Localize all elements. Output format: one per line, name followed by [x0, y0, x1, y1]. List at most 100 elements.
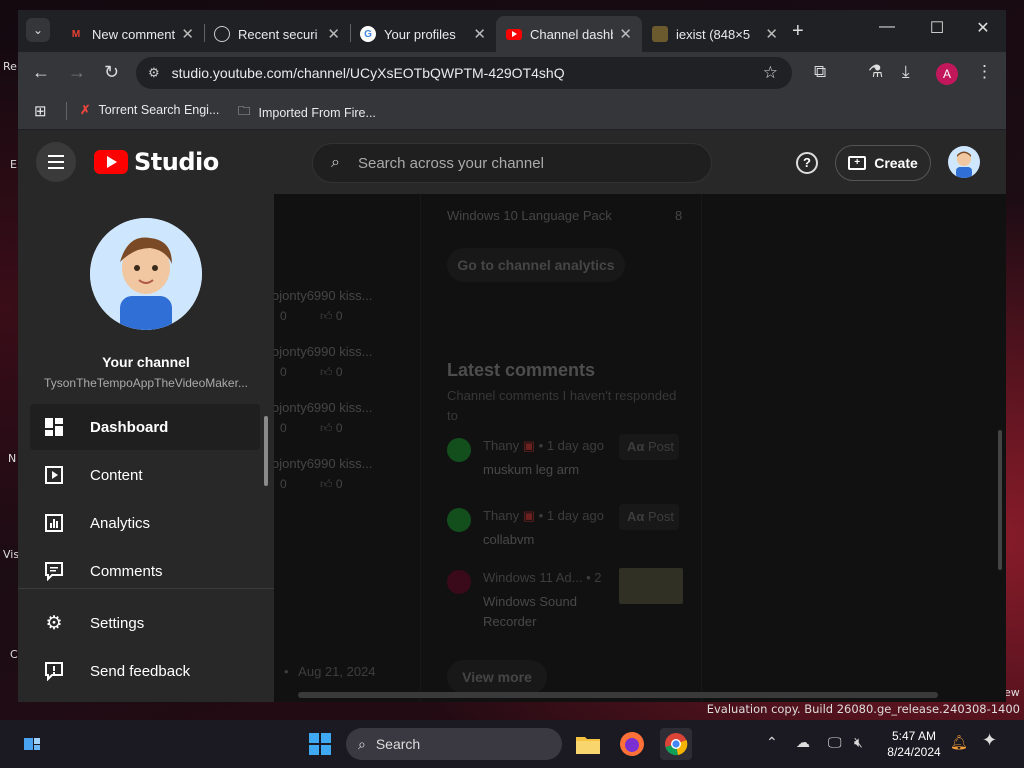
bookmark-star-icon[interactable]: ☆	[763, 63, 778, 83]
system-clock[interactable]: 5:47 AM 8/24/2024	[884, 728, 944, 760]
tab-gmail[interactable]: M New comment ✕	[58, 16, 204, 52]
text-format-icon: Aα	[627, 439, 645, 454]
page-horizontal-scrollbar[interactable]	[298, 692, 938, 698]
comment-text: muskum leg arm	[483, 462, 580, 477]
volume-icon[interactable]: 🔇︎	[854, 734, 863, 751]
dashboard-icon	[44, 417, 64, 437]
text-format-icon: Aα	[627, 509, 645, 524]
network-icon[interactable]: 🖵	[828, 734, 842, 751]
comment-time: 2	[594, 570, 602, 585]
forward-icon[interactable]: →	[68, 62, 86, 83]
more-menu-icon[interactable]: ⋮	[976, 62, 993, 82]
create-button[interactable]: + Create	[835, 145, 931, 181]
comments-icon	[44, 561, 64, 581]
commenter-avatar[interactable]	[447, 438, 471, 462]
apps-grid-icon[interactable]: ⊞	[34, 102, 47, 120]
desktop-icon-label[interactable]: Re	[3, 60, 17, 73]
tab-search-button[interactable]: ⌄	[26, 18, 50, 42]
tab-channel-dashboard[interactable]: Channel dashb ✕	[496, 16, 642, 52]
onedrive-icon[interactable]: ☁	[796, 734, 810, 751]
bookmark-folder-imported[interactable]: 🗀 Imported From Fire...	[238, 102, 376, 123]
tab-security[interactable]: Recent securi ✕	[204, 16, 350, 52]
commenter-avatar[interactable]	[447, 508, 471, 532]
extensions-icon[interactable]: ⧉	[814, 62, 826, 82]
channel-name: TysonTheTempoAppTheVideoMaker...	[44, 376, 248, 390]
copilot-icon[interactable]: ✦	[982, 730, 997, 751]
bookmark-torrent[interactable]: ✗ Torrent Search Engi...	[80, 102, 219, 118]
page-scrollbar[interactable]	[998, 430, 1002, 570]
thumbs-up-icon: 👍︎	[320, 309, 333, 323]
desktop-icon-label[interactable]: N	[8, 452, 16, 465]
labs-icon[interactable]: ⚗	[868, 62, 883, 82]
file-explorer-icon[interactable]	[572, 728, 604, 760]
browser-profile-avatar[interactable]: A	[936, 63, 958, 85]
reload-icon[interactable]: ↻	[104, 62, 119, 83]
post-reply-button[interactable]: Aα Post	[619, 504, 679, 530]
close-icon[interactable]: ✕	[327, 25, 340, 43]
go-to-analytics-button[interactable]: Go to channel analytics	[447, 248, 625, 282]
channel-search-input[interactable]: ⌕ Search across your channel	[312, 143, 712, 183]
video-row[interactable]: ojonty6990 kiss... 0 👍︎ 0	[272, 400, 372, 436]
taskbar-search[interactable]: ⌕ Search	[346, 728, 562, 760]
view-more-button[interactable]: View more	[447, 660, 547, 694]
sidebar-item-send-feedback[interactable]: Send feedback	[30, 648, 260, 694]
video-row[interactable]: ojonty6990 kiss... 0 👍︎ 0	[272, 288, 372, 324]
comment-time: 1 day ago	[546, 438, 604, 453]
close-icon[interactable]: ✕	[473, 25, 486, 43]
minimize-icon[interactable]: —	[872, 18, 902, 36]
firefox-icon[interactable]	[616, 728, 648, 760]
tab-iexist[interactable]: iexist (848×5 ✕	[642, 16, 788, 52]
chevron-up-icon[interactable]: ⌃	[766, 734, 778, 751]
notification-bell-icon[interactable]: 🔔︎	[950, 734, 968, 751]
clock-time: 5:47 AM	[891, 729, 937, 743]
sidebar-item-settings[interactable]: ⚙ Settings	[30, 600, 260, 646]
widgets-icon[interactable]	[16, 728, 48, 760]
desktop-icon-label[interactable]: ew	[1004, 686, 1020, 699]
close-window-icon[interactable]: ✕	[968, 18, 998, 38]
channel-title: Your channel	[102, 354, 190, 370]
bookmark-separator	[66, 102, 67, 120]
like-count: 0	[335, 365, 343, 379]
drawer-divider	[18, 588, 274, 589]
desktop-icon-label[interactable]: C	[10, 648, 18, 661]
commenter-avatar[interactable]	[447, 570, 471, 594]
close-icon[interactable]: ✕	[181, 25, 194, 43]
tab-bar: ⌄ M New comment ✕ Recent securi ✕ G Your…	[18, 10, 1006, 52]
studio-header: Studio ⌕ Search across your channel ? + …	[18, 130, 1006, 194]
drawer-scrollbar[interactable]	[264, 416, 268, 486]
new-tab-icon[interactable]: +	[792, 20, 804, 43]
sidebar-item-content[interactable]: Content	[30, 452, 260, 498]
site-info-icon[interactable]: ⚙	[148, 65, 160, 81]
maximize-icon[interactable]: ☐	[922, 18, 952, 38]
address-bar[interactable]: ⚙ studio.youtube.com/channel/UCyXsEOTbQW…	[136, 57, 792, 89]
start-icon[interactable]	[304, 728, 336, 760]
thumbs-up-icon: 👍︎	[320, 365, 333, 379]
youtube-studio-page: Studio ⌕ Search across your channel ? + …	[18, 130, 1006, 702]
account-avatar[interactable]	[948, 146, 980, 178]
download-icon[interactable]: ⤓	[902, 62, 910, 82]
channel-avatar[interactable]	[90, 218, 202, 330]
menu-line	[48, 161, 64, 163]
tab-profiles[interactable]: G Your profiles ✕	[350, 16, 496, 52]
post-label: Post	[648, 509, 675, 524]
help-icon[interactable]: ?	[796, 152, 818, 174]
menu-button[interactable]	[36, 142, 76, 182]
video-row[interactable]: ojonty6990 kiss... 0 👍︎ 0	[272, 344, 372, 380]
desktop-icon-label[interactable]: Vis	[3, 548, 19, 561]
badge-icon: ▣	[522, 438, 536, 453]
back-icon[interactable]: ←	[32, 62, 50, 83]
close-icon[interactable]: ✕	[765, 25, 778, 43]
studio-logo[interactable]: Studio	[94, 148, 219, 176]
sidebar-item-analytics[interactable]: Analytics	[30, 500, 260, 546]
sidebar-item-dashboard[interactable]: Dashboard	[30, 404, 260, 450]
video-thumbnail[interactable]	[619, 568, 683, 604]
post-reply-button[interactable]: Aα Post	[619, 434, 679, 460]
close-icon[interactable]: ✕	[619, 25, 632, 43]
desktop-icon-label[interactable]: E	[10, 158, 17, 171]
taskbar-search-label: Search	[375, 736, 421, 752]
video-row[interactable]: ojonty6990 kiss... 0 👍︎ 0	[272, 456, 372, 492]
chrome-icon[interactable]	[660, 728, 692, 760]
analytics-icon	[44, 513, 64, 533]
top-item-name: Windows 10 Language Pack	[447, 208, 612, 223]
video-date: • Aug 21, 2024	[284, 664, 376, 679]
